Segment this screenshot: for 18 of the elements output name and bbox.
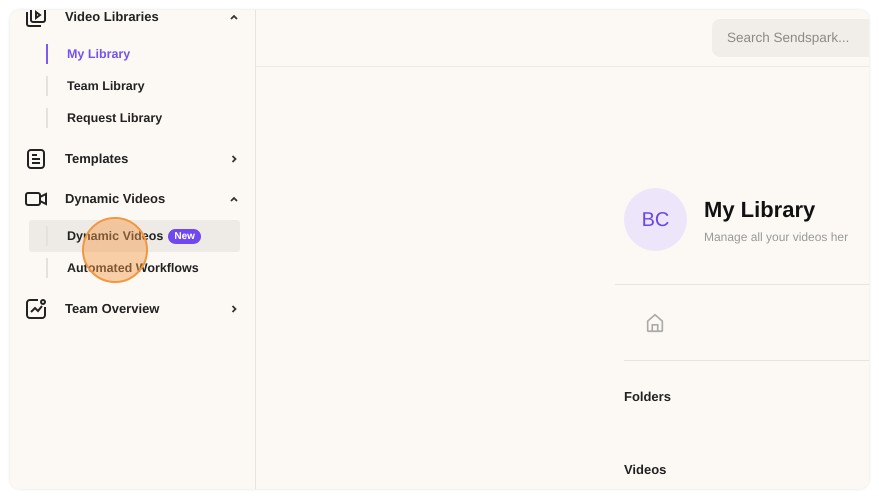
nav-section-label[interactable]: Team Overview	[65, 299, 228, 319]
chart-icon	[24, 297, 48, 321]
nav-section-label[interactable]: Dynamic Videos	[65, 189, 228, 209]
nav-section-label[interactable]: Templates	[65, 149, 228, 169]
nav-item[interactable]: My Library	[29, 38, 240, 70]
folders-heading: Folders	[624, 388, 672, 406]
avatar: BC	[624, 188, 687, 251]
videos-heading: Videos	[624, 460, 668, 478]
new-badge: New	[168, 228, 201, 244]
search-input[interactable]: Search Sendspark...	[727, 28, 869, 48]
search-field[interactable]: Search Sendspark...	[712, 19, 869, 57]
library-icon	[24, 10, 48, 29]
nav-item[interactable]: Team Library	[29, 70, 240, 102]
page-subtitle: Manage all your videos her	[704, 229, 848, 246]
page-title: My Library	[704, 196, 816, 224]
nav-section-label[interactable]: Video Libraries	[65, 10, 228, 27]
document-icon	[24, 147, 48, 171]
nav-item[interactable]: Request Library	[29, 102, 240, 134]
